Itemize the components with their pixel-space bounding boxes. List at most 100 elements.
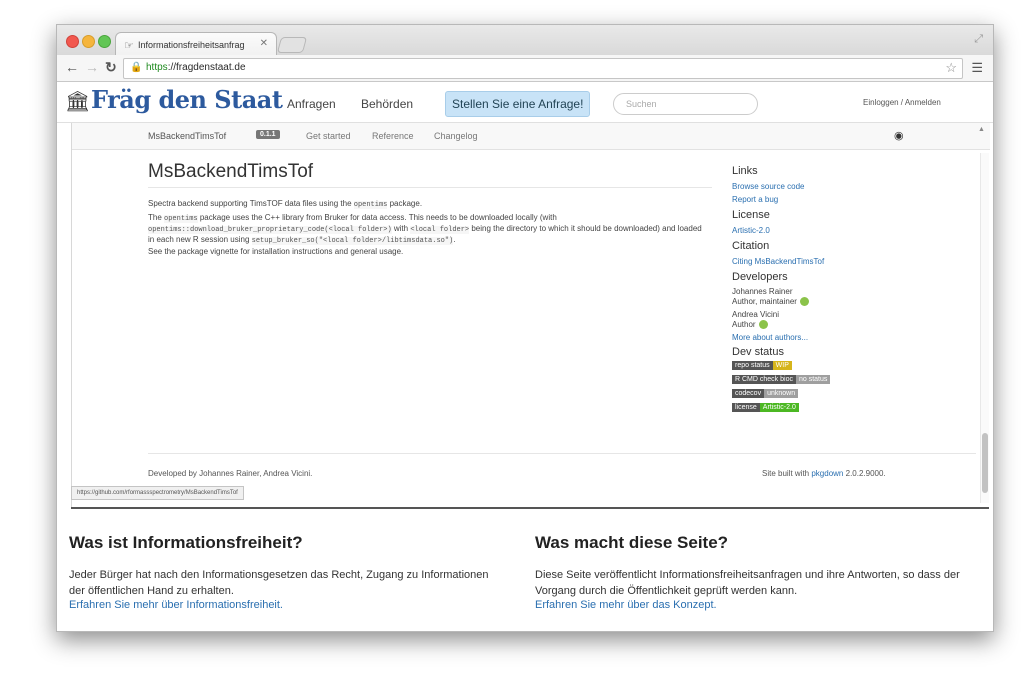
new-tab-button[interactable] (276, 37, 308, 53)
nav-behoerden[interactable]: Behörden (361, 97, 413, 111)
footer-version-text: 2.0.2.9000. (843, 469, 886, 478)
make-request-button[interactable]: Stellen Sie eine Anfrage! (445, 91, 591, 117)
p2-code-1: opentims (164, 215, 198, 223)
badge-value: WIP (772, 361, 792, 370)
info-right-heading: Was macht diese Seite? (535, 533, 729, 552)
p2-code-2: opentims::download_bruker_proprietary_co… (148, 226, 392, 234)
version-badge: 0.1.1 (256, 130, 280, 139)
footer-built-with: Site built with pkgdown 2.0.2.9000. (762, 469, 886, 478)
badge-value: Artistic-2.0 (759, 403, 799, 412)
description-paragraph: Spectra backend supporting TimsTOF data … (148, 199, 708, 210)
developer-2-name: Andrea Vicini (732, 310, 779, 319)
embed-bottom-border (71, 507, 989, 509)
info-right-text: Diese Seite veröffentlicht Informationsf… (535, 569, 960, 597)
license-heading: License (732, 209, 770, 221)
status-badge[interactable]: R CMD check bioc no status (732, 375, 831, 384)
scroll-up-icon[interactable]: ▲ (978, 126, 985, 133)
badge-value: no status (795, 375, 831, 384)
scrollbar[interactable] (980, 153, 989, 503)
github-icon[interactable]: ◉ (894, 129, 904, 142)
browser-toolbar: ← → ↻ 🔒 https://fragdenstaat.de ☆ ☰ (57, 55, 993, 82)
info-right-link[interactable]: Erfahren Sie mehr über das Konzept. (535, 599, 717, 611)
link-status-bar: https://github.com/rformassspectrometry/… (71, 486, 244, 500)
bookmark-star-icon[interactable]: ☆ (945, 60, 957, 76)
p2-text-2: package uses the C++ library from Bruker… (197, 213, 557, 222)
vignette-paragraph: See the package vignette for installatio… (148, 247, 404, 256)
status-badge[interactable]: codecov unknown (732, 389, 799, 398)
nav-anfragen[interactable]: Anfragen (287, 97, 336, 111)
tab-strip: ☞ Informationsfreiheitsanfrag ✕ ⤢ (57, 25, 993, 56)
nav-reference[interactable]: Reference (372, 131, 414, 141)
package-name-link[interactable]: MsBackendTimsTof (148, 131, 226, 141)
pkgdown-navbar: MsBackendTimsTof 0.1.1 Get started Refer… (72, 123, 990, 150)
site-logo[interactable]: Fräg den Staat (91, 85, 283, 114)
license-link[interactable]: Artistic-2.0 (732, 226, 770, 235)
package-title: MsBackendTimsTof (148, 161, 314, 182)
url-text: https://fragdenstaat.de (146, 62, 246, 73)
embedded-page: MsBackendTimsTof 0.1.1 Get started Refer… (71, 123, 990, 507)
p2-code-4: setup_bruker_so("<local folder>/libtimsd… (251, 237, 454, 245)
back-arrow-icon[interactable]: ← (65, 60, 79, 74)
dev-status-heading: Dev status (732, 346, 784, 358)
developer-1-role: Author, maintainer (732, 297, 809, 307)
close-window-button[interactable] (66, 35, 79, 48)
lock-icon: 🔒 (130, 62, 143, 73)
citation-heading: Citation (732, 240, 770, 252)
orcid-icon[interactable] (758, 320, 768, 330)
reload-icon[interactable]: ↻ (105, 60, 117, 74)
search-input[interactable]: Suchen (613, 93, 758, 115)
developers-heading: Developers (732, 271, 788, 283)
report-bug-link[interactable]: Report a bug (732, 195, 778, 204)
forward-arrow-icon[interactable]: → (85, 60, 99, 74)
nav-get-started[interactable]: Get started (306, 131, 351, 141)
badge-value: unknown (764, 389, 799, 398)
address-bar[interactable]: 🔒 https://fragdenstaat.de ☆ (123, 58, 963, 79)
site-favicon-icon: ☞ (124, 40, 134, 52)
footer-built-text: Site built with (762, 469, 812, 478)
building-icon: 🏛 (65, 91, 91, 113)
setup-paragraph: The opentims package uses the C++ librar… (148, 213, 708, 246)
close-tab-icon[interactable]: ✕ (260, 38, 268, 49)
browser-window: ☞ Informationsfreiheitsanfrag ✕ ⤢ ← → ↻ … (56, 24, 994, 632)
browse-source-link[interactable]: Browse source code (732, 182, 804, 191)
p2-end: . (453, 235, 456, 244)
developer-1-name: Johannes Rainer (732, 287, 793, 296)
browser-tab[interactable]: ☞ Informationsfreiheitsanfrag ✕ (115, 32, 277, 56)
url-host: ://fragdenstaat.de (167, 62, 246, 73)
p1-end: package. (387, 199, 423, 208)
more-authors-link[interactable]: More about authors... (732, 333, 808, 342)
p2-text-3: with (391, 224, 411, 233)
zoom-window-button[interactable] (98, 35, 111, 48)
login-link[interactable]: Einloggen / Anmelden (863, 98, 941, 107)
tab-title: Informationsfreiheitsanfrag (138, 40, 245, 50)
p2-text: The (148, 213, 165, 222)
p1-code: opentims (353, 201, 388, 209)
minimize-window-button[interactable] (82, 35, 95, 48)
pkgdown-link[interactable]: pkgdown (811, 469, 843, 478)
footer-credits: Developed by Johannes Rainer, Andrea Vic… (148, 469, 313, 478)
info-left-link[interactable]: Erfahren Sie mehr über Informationsfreih… (69, 599, 283, 611)
developer-2-role-text: Author (732, 320, 756, 329)
title-divider (148, 187, 712, 188)
info-left-heading: Was ist Informationsfreiheit? (69, 533, 303, 552)
site-header: 🏛 Fräg den Staat Anfragen Behörden Stell… (57, 82, 993, 123)
p1-text: Spectra backend supporting TimsTOF data … (148, 199, 354, 208)
footer-divider (148, 453, 976, 454)
badge-label: codecov (732, 389, 765, 398)
developer-2-role: Author (732, 320, 768, 330)
status-badge[interactable]: repo status WIP (732, 361, 792, 370)
status-badge[interactable]: license Artistic-2.0 (732, 403, 799, 412)
orcid-icon[interactable] (799, 297, 809, 307)
search-placeholder: Suchen (626, 99, 657, 109)
url-scheme: https (146, 62, 168, 73)
badge-label: repo status (732, 361, 773, 370)
info-left-text: Jeder Bürger hat nach den Informationsge… (69, 569, 489, 597)
developer-1-role-text: Author, maintainer (732, 297, 797, 306)
badge-label: license (732, 403, 760, 412)
menu-icon[interactable]: ☰ (971, 60, 983, 76)
citation-link[interactable]: Citing MsBackendTimsTof (732, 257, 824, 266)
fullscreen-icon[interactable]: ⤢ (974, 33, 983, 46)
links-heading: Links (732, 165, 758, 177)
nav-changelog[interactable]: Changelog (434, 131, 478, 141)
scrollbar-thumb[interactable] (982, 433, 988, 493)
